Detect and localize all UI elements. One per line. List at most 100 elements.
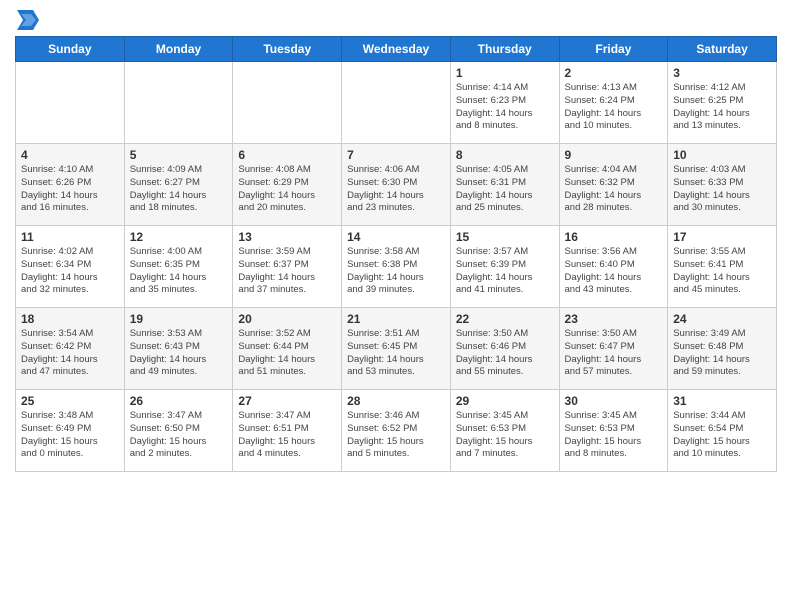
calendar-cell: 4Sunrise: 4:10 AMSunset: 6:26 PMDaylight… (16, 144, 125, 226)
day-number: 30 (565, 394, 663, 408)
calendar-week-4: 18 Sunrise: 3:54 AMSunset: 6:42 PMDayligh… (16, 308, 777, 390)
weekday-header-monday: Monday (124, 37, 233, 62)
calendar-cell: 20Sunrise: 3:52 AMSunset: 6:44 PMDayligh… (233, 308, 342, 390)
day-number: 2 (565, 66, 663, 80)
calendar-cell: 13 Sunrise: 3:59 AMSunset: 6:37 PMDayligh… (233, 226, 342, 308)
day-info: Sunrise: 4:02 AMSunset: 6:34 PMDaylight:… (21, 246, 119, 297)
logo-icon (17, 10, 39, 30)
page: SundayMondayTuesdayWednesdayThursdayFrid… (0, 0, 792, 612)
day-number: 9 (565, 148, 663, 162)
calendar-cell: 18 Sunrise: 3:54 AMSunset: 6:42 PMDayligh… (16, 308, 125, 390)
day-info: Sunrise: 3:50 AMSunset: 6:46 PMDaylight:… (456, 328, 554, 379)
day-info: Sunrise: 3:59 AMSunset: 6:37 PMDaylight:… (238, 246, 336, 297)
calendar-cell: 9 Sunrise: 4:04 AMSunset: 6:32 PMDaylight… (559, 144, 668, 226)
calendar-cell: 16Sunrise: 3:56 AMSunset: 6:40 PMDayligh… (559, 226, 668, 308)
day-info: Sunrise: 4:04 AMSunset: 6:32 PMDaylight:… (565, 164, 663, 215)
day-number: 29 (456, 394, 554, 408)
calendar-cell: 2 Sunrise: 4:13 AMSunset: 6:24 PMDaylight… (559, 62, 668, 144)
day-info: Sunrise: 4:14 AMSunset: 6:23 PMDaylight:… (456, 82, 554, 133)
day-number: 6 (238, 148, 336, 162)
day-info: Sunrise: 4:13 AMSunset: 6:24 PMDaylight:… (565, 82, 663, 133)
day-number: 5 (130, 148, 228, 162)
calendar-cell: 14Sunrise: 3:58 AMSunset: 6:38 PMDayligh… (342, 226, 451, 308)
day-info: Sunrise: 4:10 AMSunset: 6:26 PMDaylight:… (21, 164, 119, 215)
day-info: Sunrise: 4:08 AMSunset: 6:29 PMDaylight:… (238, 164, 336, 215)
day-number: 19 (130, 312, 228, 326)
day-info: Sunrise: 4:05 AMSunset: 6:31 PMDaylight:… (456, 164, 554, 215)
calendar-cell (124, 62, 233, 144)
weekday-header-row: SundayMondayTuesdayWednesdayThursdayFrid… (16, 37, 777, 62)
day-number: 7 (347, 148, 445, 162)
calendar-cell: 22 Sunrise: 3:50 AMSunset: 6:46 PMDayligh… (450, 308, 559, 390)
day-info: Sunrise: 3:47 AMSunset: 6:51 PMDaylight:… (238, 410, 336, 461)
day-number: 27 (238, 394, 336, 408)
day-info: Sunrise: 3:56 AMSunset: 6:40 PMDaylight:… (565, 246, 663, 297)
day-info: Sunrise: 3:45 AMSunset: 6:53 PMDaylight:… (456, 410, 554, 461)
day-number: 3 (673, 66, 771, 80)
day-info: Sunrise: 3:57 AMSunset: 6:39 PMDaylight:… (456, 246, 554, 297)
day-number: 22 (456, 312, 554, 326)
weekday-header-thursday: Thursday (450, 37, 559, 62)
day-number: 26 (130, 394, 228, 408)
day-info: Sunrise: 4:06 AMSunset: 6:30 PMDaylight:… (347, 164, 445, 215)
day-info: Sunrise: 4:00 AMSunset: 6:35 PMDaylight:… (130, 246, 228, 297)
calendar-cell (342, 62, 451, 144)
day-info: Sunrise: 3:50 AMSunset: 6:47 PMDaylight:… (565, 328, 663, 379)
day-number: 28 (347, 394, 445, 408)
calendar-cell: 23 Sunrise: 3:50 AMSunset: 6:47 PMDayligh… (559, 308, 668, 390)
calendar-week-5: 25Sunrise: 3:48 AMSunset: 6:49 PMDayligh… (16, 390, 777, 472)
day-number: 24 (673, 312, 771, 326)
weekday-header-tuesday: Tuesday (233, 37, 342, 62)
calendar-cell (16, 62, 125, 144)
calendar-cell: 8Sunrise: 4:05 AMSunset: 6:31 PMDaylight… (450, 144, 559, 226)
day-number: 17 (673, 230, 771, 244)
day-number: 1 (456, 66, 554, 80)
day-info: Sunrise: 3:46 AMSunset: 6:52 PMDaylight:… (347, 410, 445, 461)
calendar-table: SundayMondayTuesdayWednesdayThursdayFrid… (15, 36, 777, 472)
day-info: Sunrise: 3:45 AMSunset: 6:53 PMDaylight:… (565, 410, 663, 461)
calendar-week-1: 1 Sunrise: 4:14 AMSunset: 6:23 PMDaylight… (16, 62, 777, 144)
day-number: 14 (347, 230, 445, 244)
calendar-cell: 26 Sunrise: 3:47 AMSunset: 6:50 PMDayligh… (124, 390, 233, 472)
day-info: Sunrise: 3:44 AMSunset: 6:54 PMDaylight:… (673, 410, 771, 461)
day-info: Sunrise: 3:54 AMSunset: 6:42 PMDaylight:… (21, 328, 119, 379)
calendar-cell: 24 Sunrise: 3:49 AMSunset: 6:48 PMDayligh… (668, 308, 777, 390)
day-number: 23 (565, 312, 663, 326)
day-info: Sunrise: 3:49 AMSunset: 6:48 PMDaylight:… (673, 328, 771, 379)
day-number: 12 (130, 230, 228, 244)
calendar-cell: 12 Sunrise: 4:00 AMSunset: 6:35 PMDayligh… (124, 226, 233, 308)
calendar-cell: 17 Sunrise: 3:55 AMSunset: 6:41 PMDayligh… (668, 226, 777, 308)
day-number: 21 (347, 312, 445, 326)
calendar-cell: 21Sunrise: 3:51 AMSunset: 6:45 PMDayligh… (342, 308, 451, 390)
calendar-cell: 3 Sunrise: 4:12 AMSunset: 6:25 PMDaylight… (668, 62, 777, 144)
calendar-cell (233, 62, 342, 144)
calendar-cell: 28 Sunrise: 3:46 AMSunset: 6:52 PMDayligh… (342, 390, 451, 472)
logo (15, 10, 39, 28)
day-info: Sunrise: 3:47 AMSunset: 6:50 PMDaylight:… (130, 410, 228, 461)
weekday-header-wednesday: Wednesday (342, 37, 451, 62)
calendar-cell: 30 Sunrise: 3:45 AMSunset: 6:53 PMDayligh… (559, 390, 668, 472)
day-number: 13 (238, 230, 336, 244)
weekday-header-saturday: Saturday (668, 37, 777, 62)
calendar-cell: 1 Sunrise: 4:14 AMSunset: 6:23 PMDaylight… (450, 62, 559, 144)
calendar-cell: 15 Sunrise: 3:57 AMSunset: 6:39 PMDayligh… (450, 226, 559, 308)
day-number: 20 (238, 312, 336, 326)
day-info: Sunrise: 3:55 AMSunset: 6:41 PMDaylight:… (673, 246, 771, 297)
day-info: Sunrise: 4:09 AMSunset: 6:27 PMDaylight:… (130, 164, 228, 215)
calendar-week-2: 4Sunrise: 4:10 AMSunset: 6:26 PMDaylight… (16, 144, 777, 226)
day-info: Sunrise: 4:12 AMSunset: 6:25 PMDaylight:… (673, 82, 771, 133)
calendar-cell: 11 Sunrise: 4:02 AMSunset: 6:34 PMDayligh… (16, 226, 125, 308)
header (15, 10, 777, 28)
calendar-cell: 25Sunrise: 3:48 AMSunset: 6:49 PMDayligh… (16, 390, 125, 472)
calendar-week-3: 11 Sunrise: 4:02 AMSunset: 6:34 PMDayligh… (16, 226, 777, 308)
day-number: 18 (21, 312, 119, 326)
day-number: 11 (21, 230, 119, 244)
calendar-cell: 19 Sunrise: 3:53 AMSunset: 6:43 PMDayligh… (124, 308, 233, 390)
day-info: Sunrise: 3:48 AMSunset: 6:49 PMDaylight:… (21, 410, 119, 461)
day-info: Sunrise: 3:53 AMSunset: 6:43 PMDaylight:… (130, 328, 228, 379)
calendar-cell: 27 Sunrise: 3:47 AMSunset: 6:51 PMDayligh… (233, 390, 342, 472)
calendar-cell: 7 Sunrise: 4:06 AMSunset: 6:30 PMDaylight… (342, 144, 451, 226)
day-number: 15 (456, 230, 554, 244)
calendar-cell: 10Sunrise: 4:03 AMSunset: 6:33 PMDayligh… (668, 144, 777, 226)
day-number: 10 (673, 148, 771, 162)
